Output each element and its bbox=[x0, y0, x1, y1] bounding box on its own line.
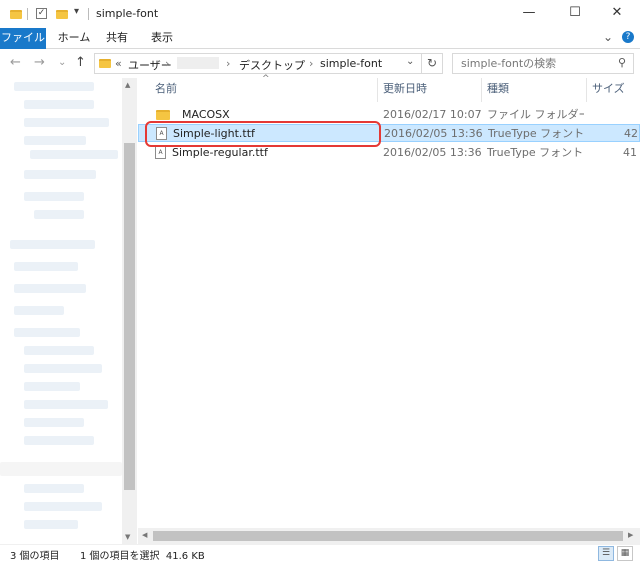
nav-item-blurred[interactable] bbox=[0, 462, 122, 476]
file-date: 2016/02/05 13:36 bbox=[384, 127, 483, 140]
annotation-highlight bbox=[145, 121, 381, 147]
selection-info: 1 個の項目を選択 41.6 KB bbox=[80, 551, 205, 562]
divider bbox=[88, 8, 89, 20]
item-count: 3 個の項目 bbox=[10, 551, 60, 562]
column-header-type[interactable]: 種類 bbox=[487, 78, 509, 102]
minimize-button[interactable]: — bbox=[506, 0, 552, 28]
scroll-down-icon[interactable]: ▼ bbox=[125, 533, 130, 541]
nav-item-blurred[interactable] bbox=[24, 192, 84, 201]
search-icon[interactable]: ⚲ bbox=[618, 56, 626, 69]
tab-home[interactable]: ホーム bbox=[56, 28, 92, 49]
details-view-icon[interactable]: ☰ bbox=[598, 546, 614, 561]
tab-view[interactable]: 表示 bbox=[144, 28, 180, 49]
scroll-up-icon[interactable]: ▲ bbox=[125, 81, 130, 89]
nav-item-blurred[interactable] bbox=[24, 364, 102, 373]
horizontal-scroll-thumb[interactable] bbox=[153, 531, 623, 541]
scroll-left-icon[interactable]: ◀ bbox=[142, 531, 147, 539]
file-size: 41 K bbox=[623, 146, 640, 159]
nav-item-blurred[interactable] bbox=[34, 210, 84, 219]
breadcrumb-separator: › bbox=[226, 57, 231, 70]
refresh-button[interactable]: ↻ bbox=[422, 53, 443, 74]
breadcrumb-overflow[interactable]: « bbox=[115, 57, 122, 70]
quick-access-dropdown-icon[interactable]: ▾ bbox=[74, 6, 79, 17]
nav-item-blurred[interactable] bbox=[14, 262, 78, 271]
column-header-date[interactable]: 更新日時 bbox=[383, 78, 427, 102]
nav-item-blurred[interactable] bbox=[24, 484, 84, 493]
tab-share[interactable]: 共有 bbox=[102, 28, 132, 49]
address-dropdown-icon[interactable]: ⌄ bbox=[406, 56, 414, 67]
up-button[interactable]: ↑ bbox=[75, 55, 86, 70]
file-type: ファイル フォルダー bbox=[487, 108, 584, 121]
column-divider[interactable] bbox=[481, 78, 482, 102]
font-file-icon: A bbox=[155, 146, 166, 159]
nav-item-blurred[interactable] bbox=[24, 502, 102, 511]
nav-item-blurred[interactable] bbox=[24, 118, 109, 127]
file-date: 2016/02/05 13:36 bbox=[383, 146, 482, 159]
file-date: 2016/02/17 10:07 bbox=[383, 108, 482, 121]
file-type: TrueType フォント フ... bbox=[488, 127, 585, 140]
nav-item-blurred[interactable] bbox=[24, 136, 86, 145]
breadcrumb-separator: › bbox=[309, 57, 314, 70]
folder-icon bbox=[156, 110, 170, 120]
nav-item-blurred[interactable] bbox=[24, 418, 84, 427]
nav-item-blurred[interactable] bbox=[24, 170, 96, 179]
close-button[interactable]: ✕ bbox=[594, 0, 640, 28]
column-header-size[interactable]: サイズ bbox=[592, 78, 625, 102]
recent-locations-icon[interactable]: ⌄ bbox=[58, 57, 66, 68]
nav-item-blurred[interactable] bbox=[14, 82, 94, 91]
column-divider[interactable] bbox=[377, 78, 378, 102]
folder-icon bbox=[10, 10, 22, 19]
nav-item-blurred[interactable] bbox=[24, 400, 108, 409]
nav-item-blurred[interactable] bbox=[24, 436, 94, 445]
window-title: simple-font bbox=[96, 7, 159, 20]
address-folder-icon bbox=[99, 59, 111, 68]
nav-item-blurred[interactable] bbox=[14, 306, 64, 315]
forward-button[interactable]: → bbox=[34, 55, 45, 70]
breadcrumb-separator: › bbox=[165, 57, 170, 70]
divider bbox=[27, 8, 28, 20]
breadcrumb-desktop[interactable]: デスクトップ bbox=[239, 57, 305, 73]
breadcrumb-username-redacted[interactable] bbox=[177, 57, 219, 69]
nav-item-blurred[interactable] bbox=[24, 346, 94, 355]
nav-item-blurred[interactable] bbox=[30, 150, 118, 159]
properties-check-icon[interactable]: ✓ bbox=[36, 8, 47, 19]
search-input[interactable]: simple-fontの検索 bbox=[452, 53, 634, 74]
breadcrumb-current[interactable]: simple-font bbox=[320, 57, 382, 70]
nav-item-blurred[interactable] bbox=[24, 100, 94, 109]
back-button[interactable]: ← bbox=[10, 55, 21, 70]
column-header-name[interactable]: 名前 bbox=[155, 78, 177, 102]
expand-ribbon-icon[interactable]: ⌄ bbox=[603, 30, 613, 44]
tab-file[interactable]: ファイル bbox=[0, 28, 46, 49]
file-type: TrueType フォント フ... bbox=[487, 146, 584, 159]
maximize-button[interactable]: ☐ bbox=[552, 0, 598, 28]
nav-item-blurred[interactable] bbox=[14, 328, 80, 337]
file-size: 42 K bbox=[624, 127, 640, 140]
column-divider[interactable] bbox=[586, 78, 587, 102]
nav-item-blurred[interactable] bbox=[10, 240, 95, 249]
ribbon-bar bbox=[0, 28, 640, 49]
nav-item-blurred[interactable] bbox=[24, 520, 78, 529]
new-folder-icon[interactable] bbox=[56, 10, 68, 19]
scroll-right-icon[interactable]: ▶ bbox=[628, 531, 633, 539]
nav-item-blurred[interactable] bbox=[14, 284, 86, 293]
nav-item-blurred[interactable] bbox=[24, 382, 80, 391]
sort-ascending-icon: ^ bbox=[262, 74, 270, 84]
help-icon[interactable]: ? bbox=[622, 31, 634, 43]
large-icons-view-icon[interactable]: ▦ bbox=[617, 546, 633, 561]
nav-scroll-thumb[interactable] bbox=[124, 143, 135, 490]
